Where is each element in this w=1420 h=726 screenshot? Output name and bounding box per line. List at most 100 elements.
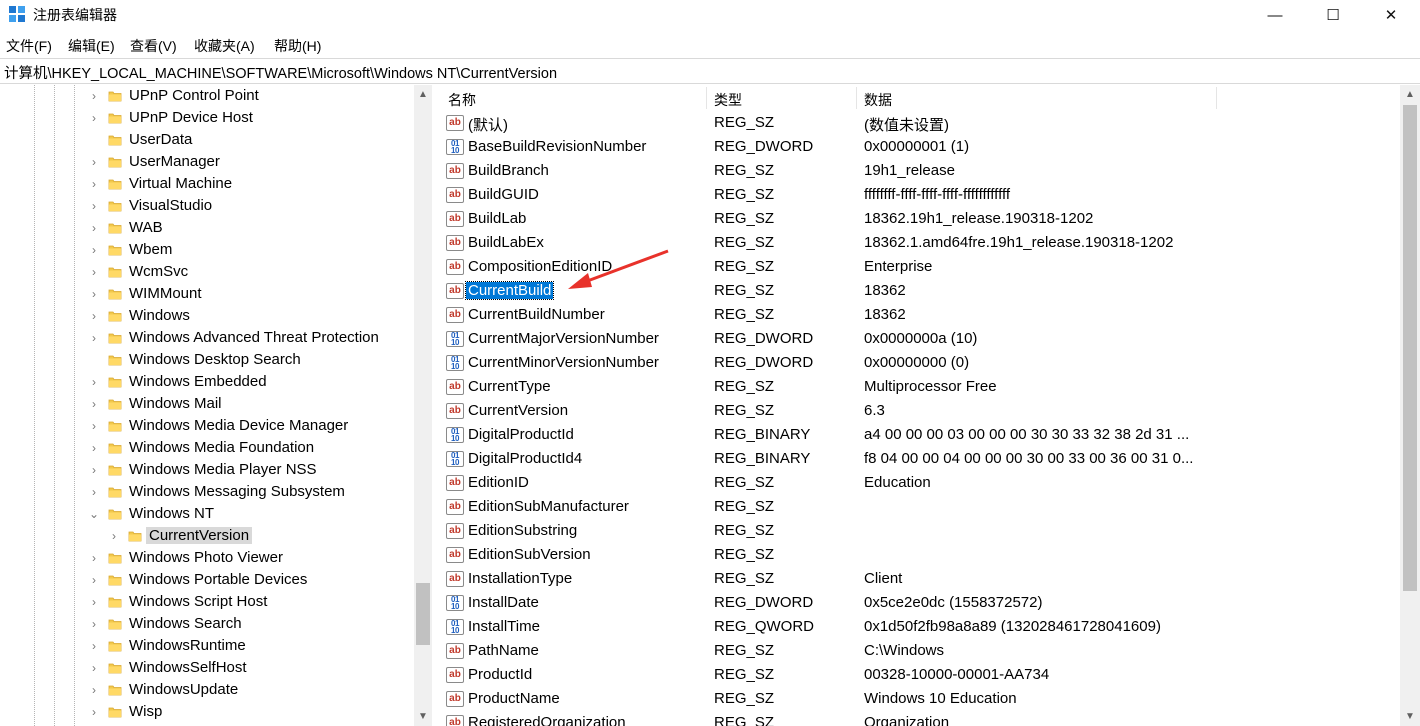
tree-item[interactable]: › WAB: [0, 217, 414, 239]
close-button[interactable]: ✕: [1362, 0, 1420, 30]
expand-chevron-icon[interactable]: ›: [88, 220, 100, 236]
value-row[interactable]: ab BuildBranch REG_SZ 19h1_release: [440, 159, 1400, 183]
expand-chevron-icon[interactable]: [88, 352, 100, 368]
value-row[interactable]: ab ProductName REG_SZ Windows 10 Education: [440, 687, 1400, 711]
expanded-chevron-icon[interactable]: ⌄: [88, 506, 100, 522]
expand-chevron-icon[interactable]: ›: [88, 308, 100, 324]
expand-chevron-icon[interactable]: ›: [88, 110, 100, 126]
tree-item[interactable]: › WindowsRuntime: [0, 635, 414, 657]
menu-view[interactable]: 查看(V): [130, 36, 177, 56]
expand-chevron-icon[interactable]: ›: [88, 462, 100, 478]
tree-item[interactable]: UserData: [0, 129, 414, 151]
tree-item[interactable]: › WindowsSelfHost: [0, 657, 414, 679]
address-path[interactable]: 计算机\HKEY_LOCAL_MACHINE\SOFTWARE\Microsof…: [4, 62, 557, 83]
expand-chevron-icon[interactable]: ›: [88, 396, 100, 412]
tree-scrollbar[interactable]: ▲ ▼: [414, 85, 432, 726]
tree-item[interactable]: › Windows Media Device Manager: [0, 415, 414, 437]
minimize-button[interactable]: —: [1246, 0, 1304, 30]
expand-chevron-icon[interactable]: ›: [88, 242, 100, 258]
tree-item[interactable]: › CurrentVersion: [0, 525, 414, 547]
column-header-type[interactable]: 类型: [706, 85, 856, 111]
value-row[interactable]: 01 10 DigitalProductId REG_BINARY a4 00 00 …: [440, 423, 1400, 447]
value-row[interactable]: ab InstallationType REG_SZ Client: [440, 567, 1400, 591]
value-row[interactable]: 01 10 CurrentMinorVersionNumber REG_DWORD 0…: [440, 351, 1400, 375]
value-row[interactable]: 01 10 DigitalProductId4 REG_BINARY f8 04 00…: [440, 447, 1400, 471]
tree-item[interactable]: › WIMMount: [0, 283, 414, 305]
expand-chevron-icon[interactable]: ›: [88, 176, 100, 192]
tree-item[interactable]: › Windows Portable Devices: [0, 569, 414, 591]
value-row[interactable]: 01 10 CurrentMajorVersionNumber REG_DWORD 0…: [440, 327, 1400, 351]
menu-edit[interactable]: 编辑(E): [68, 36, 115, 56]
expand-chevron-icon[interactable]: ›: [88, 682, 100, 698]
expand-chevron-icon[interactable]: ›: [88, 330, 100, 346]
tree-item[interactable]: › Wbem: [0, 239, 414, 261]
tree-item[interactable]: › Windows Embedded: [0, 371, 414, 393]
value-row[interactable]: ab EditionSubstring REG_SZ: [440, 519, 1400, 543]
tree-item[interactable]: › Windows Media Player NSS: [0, 459, 414, 481]
scroll-down-icon[interactable]: ▼: [414, 709, 432, 725]
expand-chevron-icon[interactable]: [88, 132, 100, 148]
expand-chevron-icon[interactable]: ›: [88, 484, 100, 500]
expand-chevron-icon[interactable]: ›: [88, 88, 100, 104]
address-bar[interactable]: 计算机\HKEY_LOCAL_MACHINE\SOFTWARE\Microsof…: [0, 58, 1420, 84]
expand-chevron-icon[interactable]: ›: [88, 418, 100, 434]
expand-chevron-icon[interactable]: ›: [108, 528, 120, 544]
tree-item[interactable]: › VisualStudio: [0, 195, 414, 217]
scroll-up-icon[interactable]: ▲: [414, 87, 432, 103]
expand-chevron-icon[interactable]: ›: [88, 616, 100, 632]
value-row[interactable]: ab ProductId REG_SZ 00328-10000-00001-AA734: [440, 663, 1400, 687]
value-row[interactable]: ab CurrentBuildNumber REG_SZ 18362: [440, 303, 1400, 327]
tree-item[interactable]: › Windows Photo Viewer: [0, 547, 414, 569]
expand-chevron-icon[interactable]: ›: [88, 704, 100, 720]
value-row[interactable]: ab BuildGUID REG_SZ ffffffff-ffff-ffff-ffff…: [440, 183, 1400, 207]
tree-item[interactable]: › Windows Script Host: [0, 591, 414, 613]
value-list[interactable]: 名称 类型 数据 ab (默认) REG_SZ (数值未设置) 01 10 BaseBui…: [440, 85, 1400, 726]
value-row[interactable]: ab EditionSubManufacturer REG_SZ: [440, 495, 1400, 519]
value-row[interactable]: 01 10 InstallDate REG_DWORD 0x5ce2e0dc (155…: [440, 591, 1400, 615]
value-row[interactable]: ab PathName REG_SZ C:\Windows: [440, 639, 1400, 663]
value-row[interactable]: ab CurrentType REG_SZ Multiprocessor Free: [440, 375, 1400, 399]
tree-scroll-thumb[interactable]: [416, 583, 430, 645]
tree-item[interactable]: › UPnP Control Point: [0, 85, 414, 107]
tree-item[interactable]: › UserManager: [0, 151, 414, 173]
tree-item[interactable]: › Windows Media Foundation: [0, 437, 414, 459]
column-header-data[interactable]: 数据: [856, 85, 1216, 111]
expand-chevron-icon[interactable]: ›: [88, 264, 100, 280]
value-row[interactable]: ab CurrentVersion REG_SZ 6.3: [440, 399, 1400, 423]
scroll-up-icon[interactable]: ▲: [1401, 87, 1419, 103]
value-row[interactable]: ab EditionSubVersion REG_SZ: [440, 543, 1400, 567]
menu-favorites[interactable]: 收藏夹(A): [194, 36, 255, 56]
expand-chevron-icon[interactable]: ›: [88, 440, 100, 456]
value-row[interactable]: 01 10 BaseBuildRevisionNumber REG_DWORD 0x0…: [440, 135, 1400, 159]
value-row[interactable]: ab BuildLab REG_SZ 18362.19h1_release.19031…: [440, 207, 1400, 231]
expand-chevron-icon[interactable]: ›: [88, 286, 100, 302]
expand-chevron-icon[interactable]: ›: [88, 638, 100, 654]
maximize-button[interactable]: ☐: [1304, 0, 1362, 30]
tree-item[interactable]: Windows Desktop Search: [0, 349, 414, 371]
value-row[interactable]: ab EditionID REG_SZ Education: [440, 471, 1400, 495]
tree-item[interactable]: › Windows Advanced Threat Protection: [0, 327, 414, 349]
list-scroll-thumb[interactable]: [1403, 105, 1417, 591]
tree-item[interactable]: › UPnP Device Host: [0, 107, 414, 129]
tree-item[interactable]: › Virtual Machine: [0, 173, 414, 195]
tree-item[interactable]: › Windows Messaging Subsystem: [0, 481, 414, 503]
key-tree[interactable]: › UPnP Control Point › UPnP Device Host User…: [0, 85, 414, 726]
value-row[interactable]: ab (默认) REG_SZ (数值未设置): [440, 111, 1400, 135]
menu-help[interactable]: 帮助(H): [274, 36, 321, 56]
menu-file[interactable]: 文件(F): [6, 36, 52, 56]
expand-chevron-icon[interactable]: ›: [88, 198, 100, 214]
expand-chevron-icon[interactable]: ›: [88, 374, 100, 390]
expand-chevron-icon[interactable]: ›: [88, 660, 100, 676]
tree-item[interactable]: › WindowsUpdate: [0, 679, 414, 701]
tree-item[interactable]: › Windows Search: [0, 613, 414, 635]
value-row[interactable]: 01 10 InstallTime REG_QWORD 0x1d50f2fb98a8a…: [440, 615, 1400, 639]
expand-chevron-icon[interactable]: ›: [88, 154, 100, 170]
tree-item[interactable]: › Wisp: [0, 701, 414, 723]
tree-item[interactable]: › WcmSvc: [0, 261, 414, 283]
tree-item[interactable]: › Windows: [0, 305, 414, 327]
pane-splitter[interactable]: [432, 85, 440, 726]
expand-chevron-icon[interactable]: ›: [88, 594, 100, 610]
tree-item[interactable]: ⌄ Windows NT: [0, 503, 414, 525]
scroll-down-icon[interactable]: ▼: [1401, 709, 1419, 725]
list-scrollbar[interactable]: ▲ ▼: [1400, 85, 1420, 726]
